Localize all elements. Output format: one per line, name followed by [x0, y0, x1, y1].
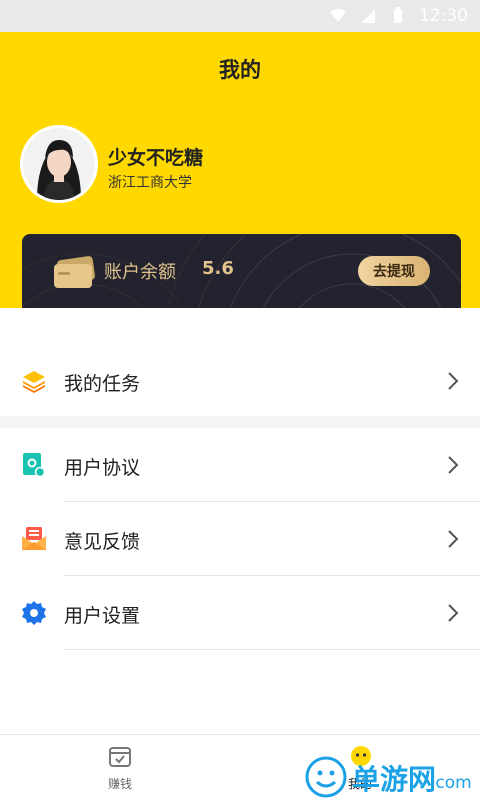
- signal-icon: [361, 9, 375, 23]
- wallet-icon: [54, 256, 95, 288]
- tab-label-earn: 赚钱: [107, 777, 132, 791]
- battery-icon: [394, 7, 402, 23]
- menu-list: 我的任务 用户协议 意见反馈 用户设置: [0, 308, 480, 734]
- menu-item-feedback[interactable]: 意见反馈: [0, 502, 480, 576]
- tab-earn[interactable]: 赚钱: [0, 735, 240, 800]
- chevron-right-icon: [448, 372, 459, 390]
- menu-item-settings[interactable]: 用户设置: [0, 576, 480, 650]
- withdraw-button[interactable]: 去提现: [358, 256, 430, 286]
- menu-label-agreement: 用户协议: [64, 457, 141, 479]
- earn-icon: [109, 747, 131, 767]
- menu-item-agreement[interactable]: 用户协议: [0, 428, 480, 502]
- user-school: 浙江工商大学: [108, 175, 192, 191]
- user-name: 少女不吃糖: [108, 147, 204, 169]
- chevron-right-icon: [448, 604, 459, 622]
- chevron-right-icon: [448, 456, 459, 474]
- document-search-icon: [23, 453, 46, 478]
- avatar-image: [23, 128, 95, 200]
- balance-value: 5.6: [202, 258, 234, 279]
- divider: [64, 649, 480, 650]
- balance-card[interactable]: 账户余额 5.6 去提现: [22, 234, 461, 314]
- settings-gear-icon: [22, 601, 46, 625]
- avatar[interactable]: [20, 125, 98, 203]
- feedback-envelope-icon: [22, 527, 46, 550]
- menu-label-feedback: 意见反馈: [64, 531, 141, 553]
- layers-icon: [23, 371, 45, 393]
- chevron-right-icon: [448, 530, 459, 548]
- wifi-icon: [330, 9, 346, 22]
- status-time: 12:30: [419, 6, 468, 26]
- watermark-suffix: .com: [430, 773, 472, 793]
- section-gap: [0, 416, 480, 428]
- menu-label-settings: 用户设置: [64, 605, 141, 627]
- menu-item-tasks[interactable]: 我的任务: [0, 344, 480, 418]
- page-title: 我的: [219, 58, 261, 82]
- status-bar: 12:30: [0, 0, 480, 32]
- menu-label-tasks: 我的任务: [64, 373, 141, 395]
- balance-label: 账户余额: [104, 262, 176, 283]
- watermark-text: 单游网: [352, 763, 437, 796]
